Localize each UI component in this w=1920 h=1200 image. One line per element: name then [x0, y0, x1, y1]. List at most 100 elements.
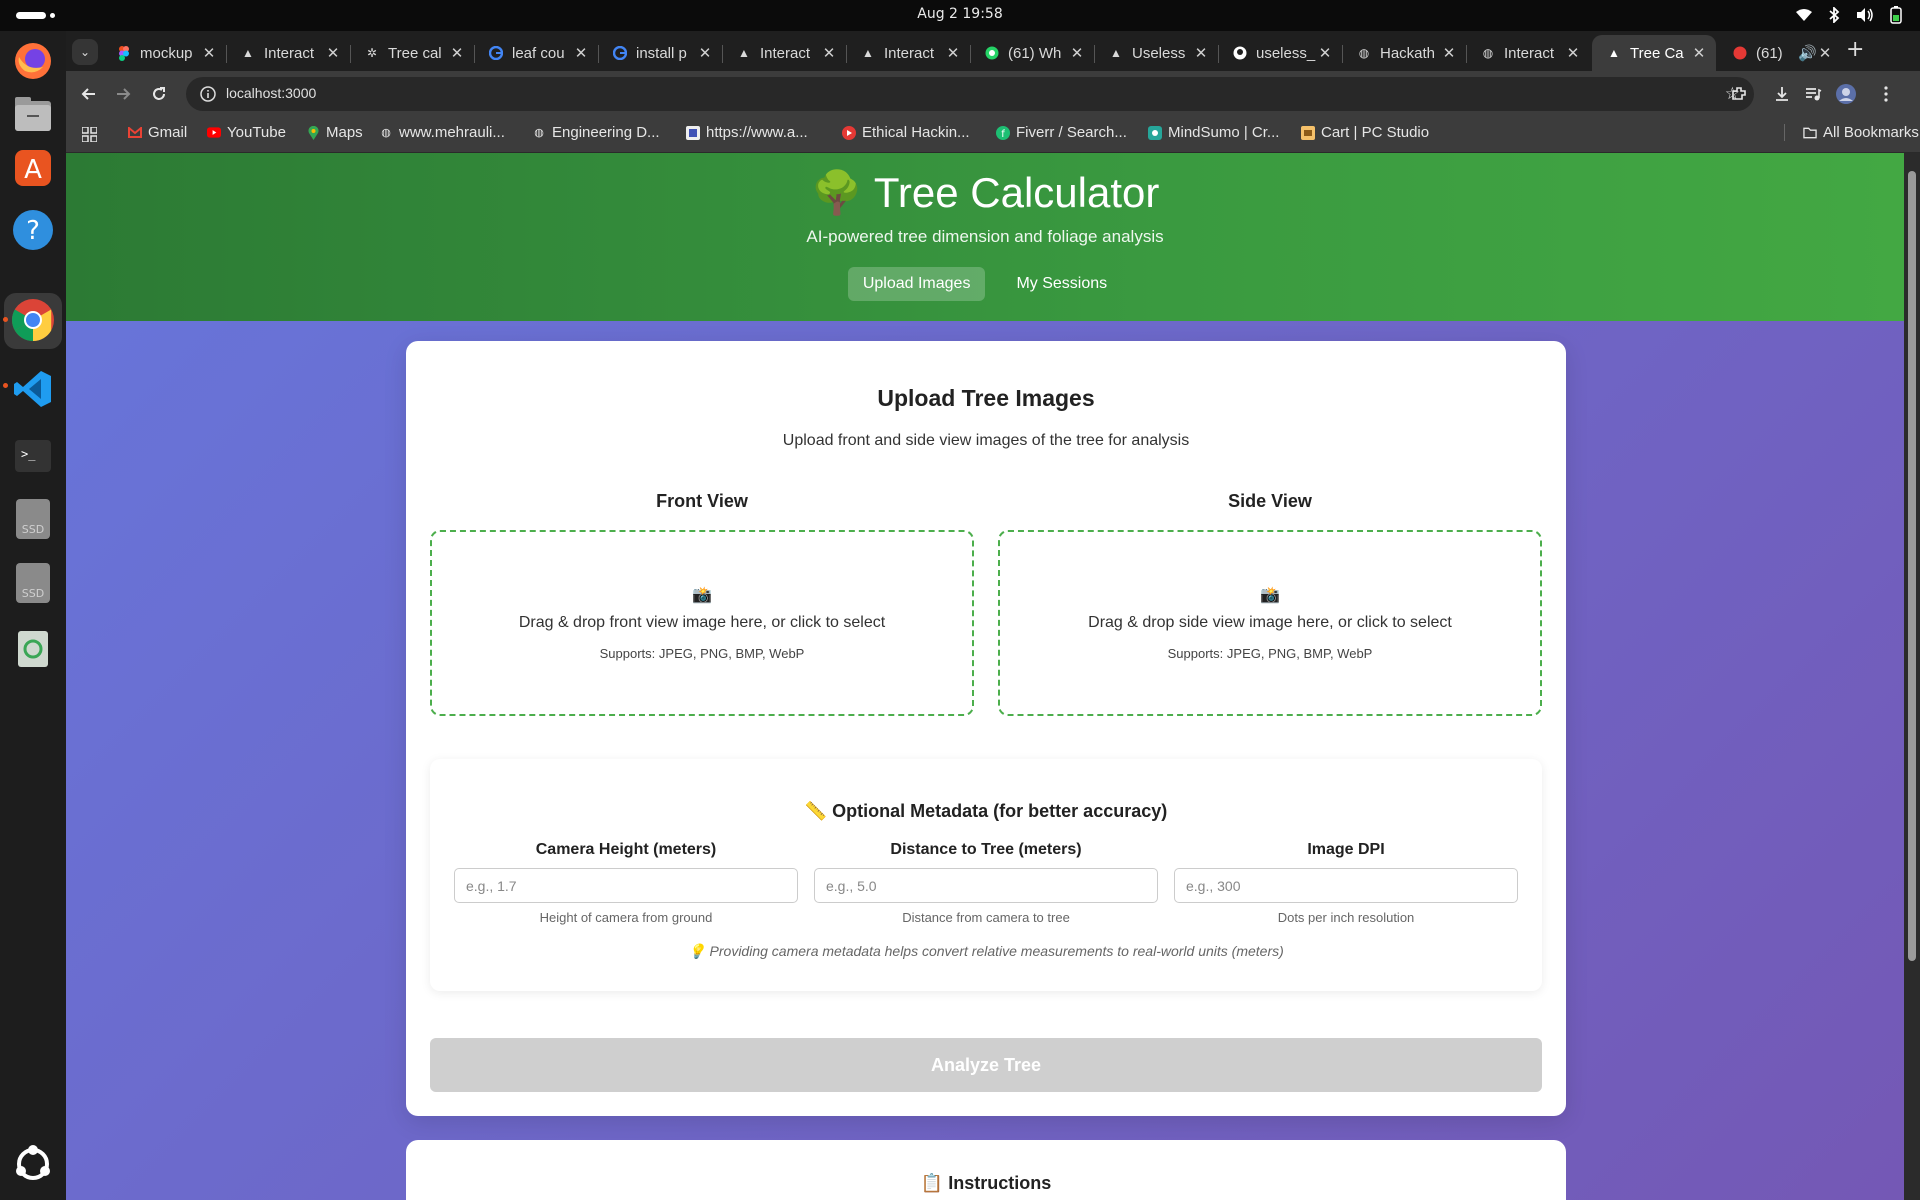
vercel-icon: ▲: [1608, 46, 1620, 60]
browser-tab[interactable]: mockup ✕: [102, 35, 227, 71]
browser-tab[interactable]: ✲ Tree cal ✕: [350, 35, 475, 71]
bookmark-pc-studio[interactable]: Cart | PC Studio: [1301, 124, 1429, 141]
close-tab-icon[interactable]: ✕: [696, 44, 714, 62]
reload-icon[interactable]: [147, 82, 171, 106]
all-bookmarks-button[interactable]: All Bookmarks: [1784, 124, 1919, 141]
vercel-icon: ▲: [862, 46, 874, 60]
tab-title: install p: [636, 44, 687, 62]
browser-tab[interactable]: ◍ Hackath ✕: [1342, 35, 1467, 71]
ssd-drive-icon[interactable]: SSD: [10, 496, 56, 542]
show-apps-icon[interactable]: [10, 1141, 56, 1187]
close-tab-icon[interactable]: ✕: [1316, 44, 1334, 62]
files-icon[interactable]: [10, 91, 56, 137]
chrome-icon[interactable]: [10, 297, 56, 343]
bookmark-label: YouTube: [227, 124, 286, 141]
front-supported-formats: Supports: JPEG, PNG, BMP, WebP: [599, 646, 805, 661]
bookmark-label: Ethical Hackin...: [862, 124, 970, 141]
ssd-drive-icon[interactable]: SSD: [10, 560, 56, 606]
bookmark-ethical-hacking[interactable]: Ethical Hackin...: [842, 124, 970, 141]
close-tab-icon[interactable]: ✕: [1068, 44, 1086, 62]
browser-tab[interactable]: ▲ Interact ✕: [722, 35, 847, 71]
browser-tab[interactable]: ▲ Interact ✕: [226, 35, 351, 71]
site-info-icon[interactable]: [200, 86, 216, 106]
profile-avatar[interactable]: [1834, 82, 1858, 106]
browser-tab[interactable]: ▲ Interact ✕: [846, 35, 971, 71]
close-tab-icon[interactable]: ✕: [572, 44, 590, 62]
app-center-icon[interactable]: A: [10, 145, 56, 191]
close-tab-icon[interactable]: ✕: [944, 44, 962, 62]
image-dpi-input[interactable]: [1174, 868, 1518, 903]
terminal-icon[interactable]: >_: [10, 433, 56, 479]
vscode-icon[interactable]: [10, 366, 56, 412]
bookmark-mehrauli[interactable]: ◍ www.mehrauli...: [379, 124, 505, 141]
camera-icon: 📸: [692, 585, 712, 604]
analyze-tree-button[interactable]: Analyze Tree: [430, 1038, 1542, 1092]
browser-tab[interactable]: ▲ Useless ✕: [1094, 35, 1219, 71]
apps-grid-icon[interactable]: [82, 127, 97, 142]
close-tab-icon[interactable]: ✕: [820, 44, 838, 62]
back-arrow-icon[interactable]: [76, 82, 100, 106]
browser-tab[interactable]: (61) 🔊 ✕: [1718, 35, 1842, 71]
url-text[interactable]: localhost:3000: [226, 85, 316, 101]
forward-arrow-icon[interactable]: [112, 82, 136, 106]
system-clock[interactable]: Aug 2 19:58: [0, 6, 1920, 22]
bookmark-engineering[interactable]: ◍ Engineering D...: [532, 124, 659, 141]
youtube-icon: [207, 126, 221, 140]
camera-height-input[interactable]: [454, 868, 798, 903]
volume-icon[interactable]: [1856, 7, 1874, 23]
bookmark-fiverr[interactable]: f Fiverr / Search...: [996, 124, 1127, 141]
wifi-icon[interactable]: [1796, 8, 1812, 22]
page-viewport: 🌳 Tree Calculator AI-powered tree dimens…: [66, 153, 1904, 1200]
tab-title: Hackath: [1380, 44, 1436, 62]
menu-kebab-icon[interactable]: [1874, 82, 1898, 106]
new-tab-button[interactable]: +: [1846, 39, 1864, 61]
battery-icon[interactable]: [1890, 6, 1902, 24]
bookmark-mindsumo[interactable]: MindSumo | Cr...: [1148, 124, 1279, 141]
bookmark-gmail[interactable]: Gmail: [128, 124, 187, 141]
close-tab-icon[interactable]: ✕: [1192, 44, 1210, 62]
speaker-icon[interactable]: 🔊: [1798, 44, 1817, 62]
close-tab-icon[interactable]: ✕: [1690, 44, 1708, 62]
close-tab-icon[interactable]: ✕: [200, 44, 218, 62]
system-tray[interactable]: [1796, 6, 1902, 24]
side-view-dropzone[interactable]: 📸 Drag & drop side view image here, or c…: [998, 530, 1542, 716]
bookmarks-bar: Gmail YouTube Maps ◍ www.mehrauli... ◍ Eng…: [66, 117, 1920, 153]
vercel-icon: ▲: [738, 46, 750, 60]
help-icon[interactable]: ?: [10, 207, 56, 253]
scrollbar-thumb[interactable]: [1908, 171, 1916, 961]
instructions-title: 📋 Instructions: [920, 1173, 1052, 1193]
distance-input[interactable]: [814, 868, 1158, 903]
browser-tab[interactable]: install p ✕: [598, 35, 723, 71]
bookmark-https[interactable]: https://www.a...: [686, 124, 808, 141]
dock: A ? >_ SSD SSD: [0, 31, 66, 1200]
tab-title: useless_: [1256, 44, 1316, 62]
nav-upload-images[interactable]: Upload Images: [847, 267, 986, 301]
image-dpi-help: Dots per inch resolution: [1277, 910, 1415, 925]
close-tab-icon[interactable]: ✕: [1440, 44, 1458, 62]
browser-tab[interactable]: leaf cou ✕: [474, 35, 599, 71]
browser-tab[interactable]: (61) Wh ✕: [970, 35, 1095, 71]
svg-text:SSD: SSD: [22, 587, 44, 600]
close-tab-icon[interactable]: ✕: [448, 44, 466, 62]
address-bar[interactable]: localhost:3000 ☆: [186, 77, 1754, 111]
trash-icon[interactable]: [10, 624, 56, 670]
bookmark-label: MindSumo | Cr...: [1168, 124, 1280, 141]
browser-tab[interactable]: useless_ ✕: [1218, 35, 1343, 71]
close-tab-icon[interactable]: ✕: [324, 44, 342, 62]
media-control-icon[interactable]: [1801, 82, 1825, 106]
page-scrollbar[interactable]: [1904, 153, 1920, 1200]
bookmark-maps[interactable]: Maps: [306, 124, 363, 141]
close-tab-icon[interactable]: ✕: [1816, 44, 1834, 62]
close-tab-icon[interactable]: ✕: [1564, 44, 1582, 62]
firefox-icon[interactable]: [10, 38, 56, 84]
nav-my-sessions[interactable]: My Sessions: [1001, 267, 1122, 301]
extensions-icon[interactable]: [1727, 82, 1751, 106]
tab-search-button[interactable]: ⌄: [72, 39, 98, 65]
gmail-icon: [128, 126, 142, 140]
download-icon[interactable]: [1770, 82, 1794, 106]
browser-tab-active[interactable]: ▲ Tree Ca ✕: [1592, 35, 1716, 71]
bookmark-youtube[interactable]: YouTube: [207, 124, 286, 141]
browser-tab[interactable]: ◍ Interact ✕: [1466, 35, 1590, 71]
bluetooth-icon[interactable]: [1828, 7, 1840, 23]
front-view-dropzone[interactable]: 📸 Drag & drop front view image here, or …: [430, 530, 974, 716]
